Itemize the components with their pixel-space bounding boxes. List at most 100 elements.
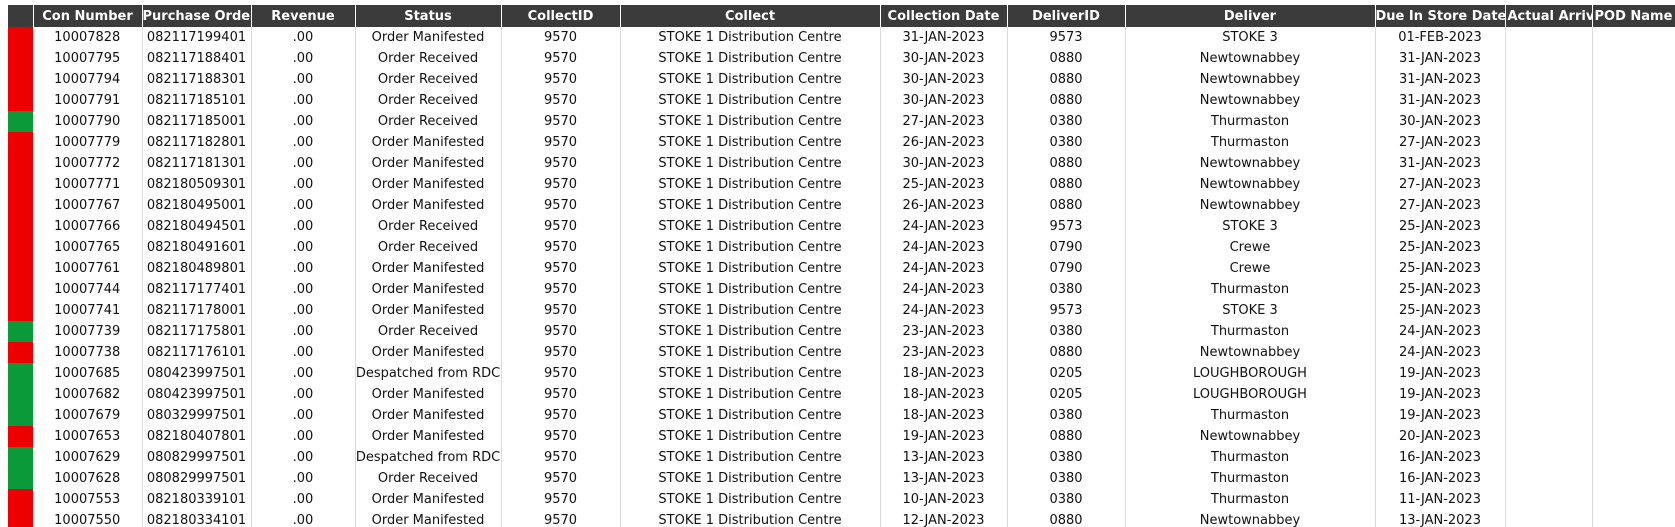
cell-collection-date: 25-JAN-2023 [880,174,1008,195]
table-row[interactable]: 10007772 082117181301.00 Order Manifested 9… [8,153,1675,174]
cell-deliver-id: 0880 [1007,342,1126,363]
cell-actual-arrival [1505,48,1593,69]
cell-deliver: Newtownabbey [1125,342,1376,363]
cell-actual-arrival [1505,510,1593,527]
status-flag-red [8,510,33,527]
table-row[interactable]: 10007653 082180407801.00 Order Manifested 9… [8,426,1675,447]
table-row[interactable]: 10007629 080829997501.00 Despatched from R… [8,447,1675,468]
header-purchase-order[interactable]: Purchase Order [142,5,252,27]
table-row[interactable]: 10007779 082117182801.00 Order Manifested 9… [8,132,1675,153]
cell-purchase-order: 080829997501 [142,447,252,468]
header-actual-arrival[interactable]: Actual Arrival [1505,5,1593,27]
table-row[interactable]: 10007794 082117188301.00 Order Received 957… [8,69,1675,90]
table-row[interactable]: 10007741 082117178001.00 Order Manifested 9… [8,300,1675,321]
cell-pod-name [1592,447,1675,468]
cell-due-in-store-date: 16-JAN-2023 [1375,447,1506,468]
header-revenue[interactable]: Revenue [251,5,356,27]
status-flag-red [8,300,33,321]
header-con-number[interactable]: Con Number [33,5,143,27]
status-flag-red [8,48,33,69]
cell-con-number: 10007739 [33,321,143,342]
table-row[interactable]: 10007550 082180334101.00 Order Manifested 9… [8,510,1675,527]
cell-con-number: 10007550 [33,510,143,527]
status-flag-red [8,174,33,195]
header-due-in-store-date[interactable]: Due In Store Date [1375,5,1506,27]
cell-collect-id: 9570 [501,405,621,426]
cell-revenue: .00 [251,195,356,216]
cell-purchase-order: 082117175801 [142,321,252,342]
cell-purchase-order: 080423997501 [142,363,252,384]
cell-status: Order Manifested [355,300,502,321]
cell-con-number: 10007761 [33,258,143,279]
table-row[interactable]: 10007761 082180489801.00 Order Manifested 9… [8,258,1675,279]
cell-due-in-store-date: 31-JAN-2023 [1375,90,1506,111]
header-deliver[interactable]: Deliver [1125,5,1376,27]
table-row[interactable]: 10007682 080423997501.00 Order Manifested 9… [8,384,1675,405]
cell-collect: STOKE 1 Distribution Centre [620,489,881,510]
cell-revenue: .00 [251,237,356,258]
header-status[interactable]: Status [355,5,502,27]
cell-pod-name [1592,132,1675,153]
cell-status: Order Manifested [355,174,502,195]
cell-due-in-store-date: 27-JAN-2023 [1375,174,1506,195]
cell-actual-arrival [1505,300,1593,321]
table-row[interactable]: 10007771 082180509301.00 Order Manifested 9… [8,174,1675,195]
cell-purchase-order: 080423997501 [142,384,252,405]
status-flag-red [8,90,33,111]
cell-purchase-order: 082117185101 [142,90,252,111]
cell-con-number: 10007765 [33,237,143,258]
header-collect[interactable]: Collect [620,5,881,27]
cell-due-in-store-date: 31-JAN-2023 [1375,69,1506,90]
cell-status: Order Manifested [355,279,502,300]
cell-deliver: LOUGHBOROUGH [1125,384,1376,405]
table-row[interactable]: 10007790 082117185001.00 Order Received 957… [8,111,1675,132]
table-row[interactable]: 10007553 082180339101.00 Order Manifested 9… [8,489,1675,510]
table-row[interactable]: 10007795 082117188401.00 Order Received 957… [8,48,1675,69]
cell-collection-date: 18-JAN-2023 [880,384,1008,405]
cell-pod-name [1592,300,1675,321]
cell-collect-id: 9570 [501,342,621,363]
cell-status: Order Manifested [355,510,502,527]
table-row[interactable]: 10007685 080423997501.00 Despatched from R… [8,363,1675,384]
header-collect-id[interactable]: CollectID [501,5,621,27]
cell-collect-id: 9570 [501,174,621,195]
table-row[interactable]: 10007765 082180491601.00 Order Received 957… [8,237,1675,258]
cell-collect: STOKE 1 Distribution Centre [620,153,881,174]
table-row[interactable]: 10007738 082117176101.00 Order Manifested 9… [8,342,1675,363]
header-collection-date[interactable]: Collection Date [880,5,1008,27]
cell-con-number: 10007653 [33,426,143,447]
cell-collect: STOKE 1 Distribution Centre [620,363,881,384]
cell-collect-id: 9570 [501,510,621,527]
table-row[interactable]: 10007628 080829997501.00 Order Received 957… [8,468,1675,489]
cell-deliver-id: 0380 [1007,111,1126,132]
cell-deliver-id: 0790 [1007,258,1126,279]
cell-purchase-order: 082180334101 [142,510,252,527]
header-flag[interactable] [8,5,34,27]
header-deliver-id[interactable]: DeliverID [1007,5,1126,27]
cell-due-in-store-date: 30-JAN-2023 [1375,111,1506,132]
table-row[interactable]: 10007828 082117199401.00 Order Manifested 9… [8,27,1675,48]
table-row[interactable]: 10007766 082180494501.00 Order Received 957… [8,216,1675,237]
status-flag-red [8,237,33,258]
table-row[interactable]: 10007744 082117177401.00 Order Manifested 9… [8,279,1675,300]
cell-collection-date: 30-JAN-2023 [880,69,1008,90]
table-row[interactable]: 10007791 082117185101.00 Order Received 957… [8,90,1675,111]
cell-revenue: .00 [251,510,356,527]
cell-revenue: .00 [251,48,356,69]
cell-due-in-store-date: 27-JAN-2023 [1375,132,1506,153]
table-row[interactable]: 10007679 080329997501.00 Order Manifested 9… [8,405,1675,426]
cell-revenue: .00 [251,111,356,132]
cell-deliver: Thurmaston [1125,111,1376,132]
cell-deliver-id: 0380 [1007,279,1126,300]
cell-purchase-order: 082117178001 [142,300,252,321]
cell-collect-id: 9570 [501,69,621,90]
cell-con-number: 10007766 [33,216,143,237]
table-row[interactable]: 10007767 082180495001.00 Order Manifested 9… [8,195,1675,216]
status-flag-red [8,153,33,174]
cell-actual-arrival [1505,279,1593,300]
cell-purchase-order: 082180489801 [142,258,252,279]
cell-collect: STOKE 1 Distribution Centre [620,237,881,258]
cell-deliver-id: 9573 [1007,300,1126,321]
header-pod-name[interactable]: POD Name [1592,5,1675,27]
table-row[interactable]: 10007739 082117175801.00 Order Received 957… [8,321,1675,342]
